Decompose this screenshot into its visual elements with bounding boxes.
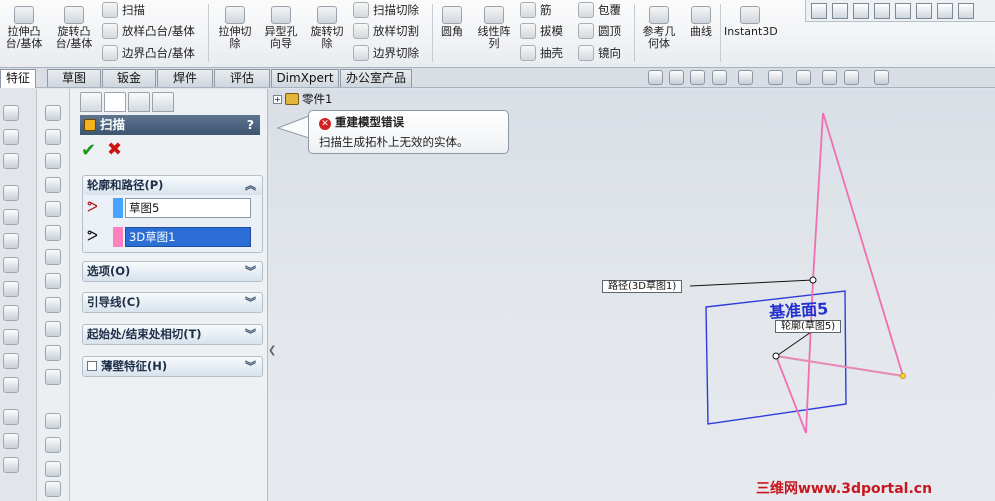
profile-leader [777,329,815,356]
sweep-path-3d-sketch[interactable] [774,112,905,434]
profile-sketch-line[interactable] [775,355,904,377]
path-leader [689,279,814,287]
path-callout[interactable]: 路径(3D草图1) [602,280,683,293]
sketch-geometry [689,112,906,434]
plane-label: 基准面5 [768,298,829,323]
watermark: 三维网www.3dportal.cn [756,481,933,497]
profile-point[interactable] [772,352,780,360]
path-point[interactable] [809,276,817,284]
profile-callout[interactable]: 轮廓(草图5) [775,320,842,333]
endpoint[interactable] [900,373,906,379]
